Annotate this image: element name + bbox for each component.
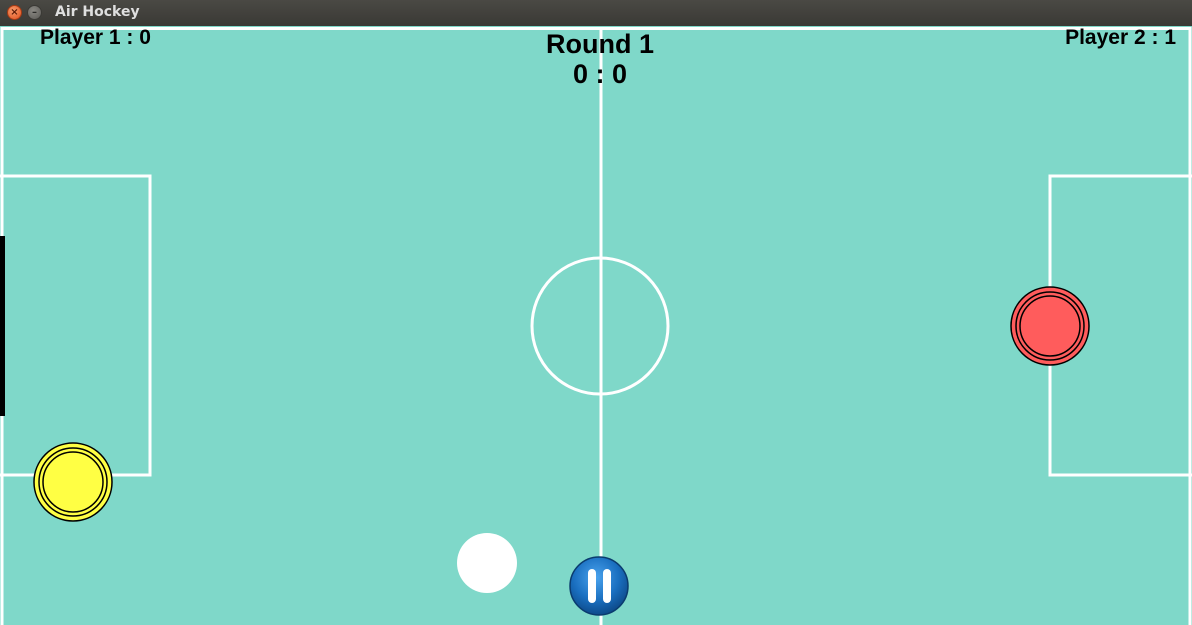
round-title: Round 1: [546, 29, 654, 59]
player2-mallet[interactable]: [1010, 286, 1090, 366]
minimize-icon: –: [32, 7, 37, 18]
minimize-button[interactable]: –: [27, 5, 42, 20]
close-button[interactable]: ×: [7, 5, 22, 20]
hockey-table[interactable]: [0, 26, 1192, 625]
left-goal: [0, 236, 5, 416]
pause-button[interactable]: [569, 556, 629, 616]
window-title: Air Hockey: [55, 4, 140, 20]
round-score: 0 : 0: [572, 59, 628, 89]
close-icon: ×: [10, 7, 19, 18]
player1-mallet[interactable]: [33, 442, 113, 522]
app-window: × – Air Hockey Player 1: 0 Player 2: 1…: [0, 0, 1192, 625]
puck: [457, 533, 517, 593]
title-bar: × – Air Hockey: [0, 0, 1192, 27]
